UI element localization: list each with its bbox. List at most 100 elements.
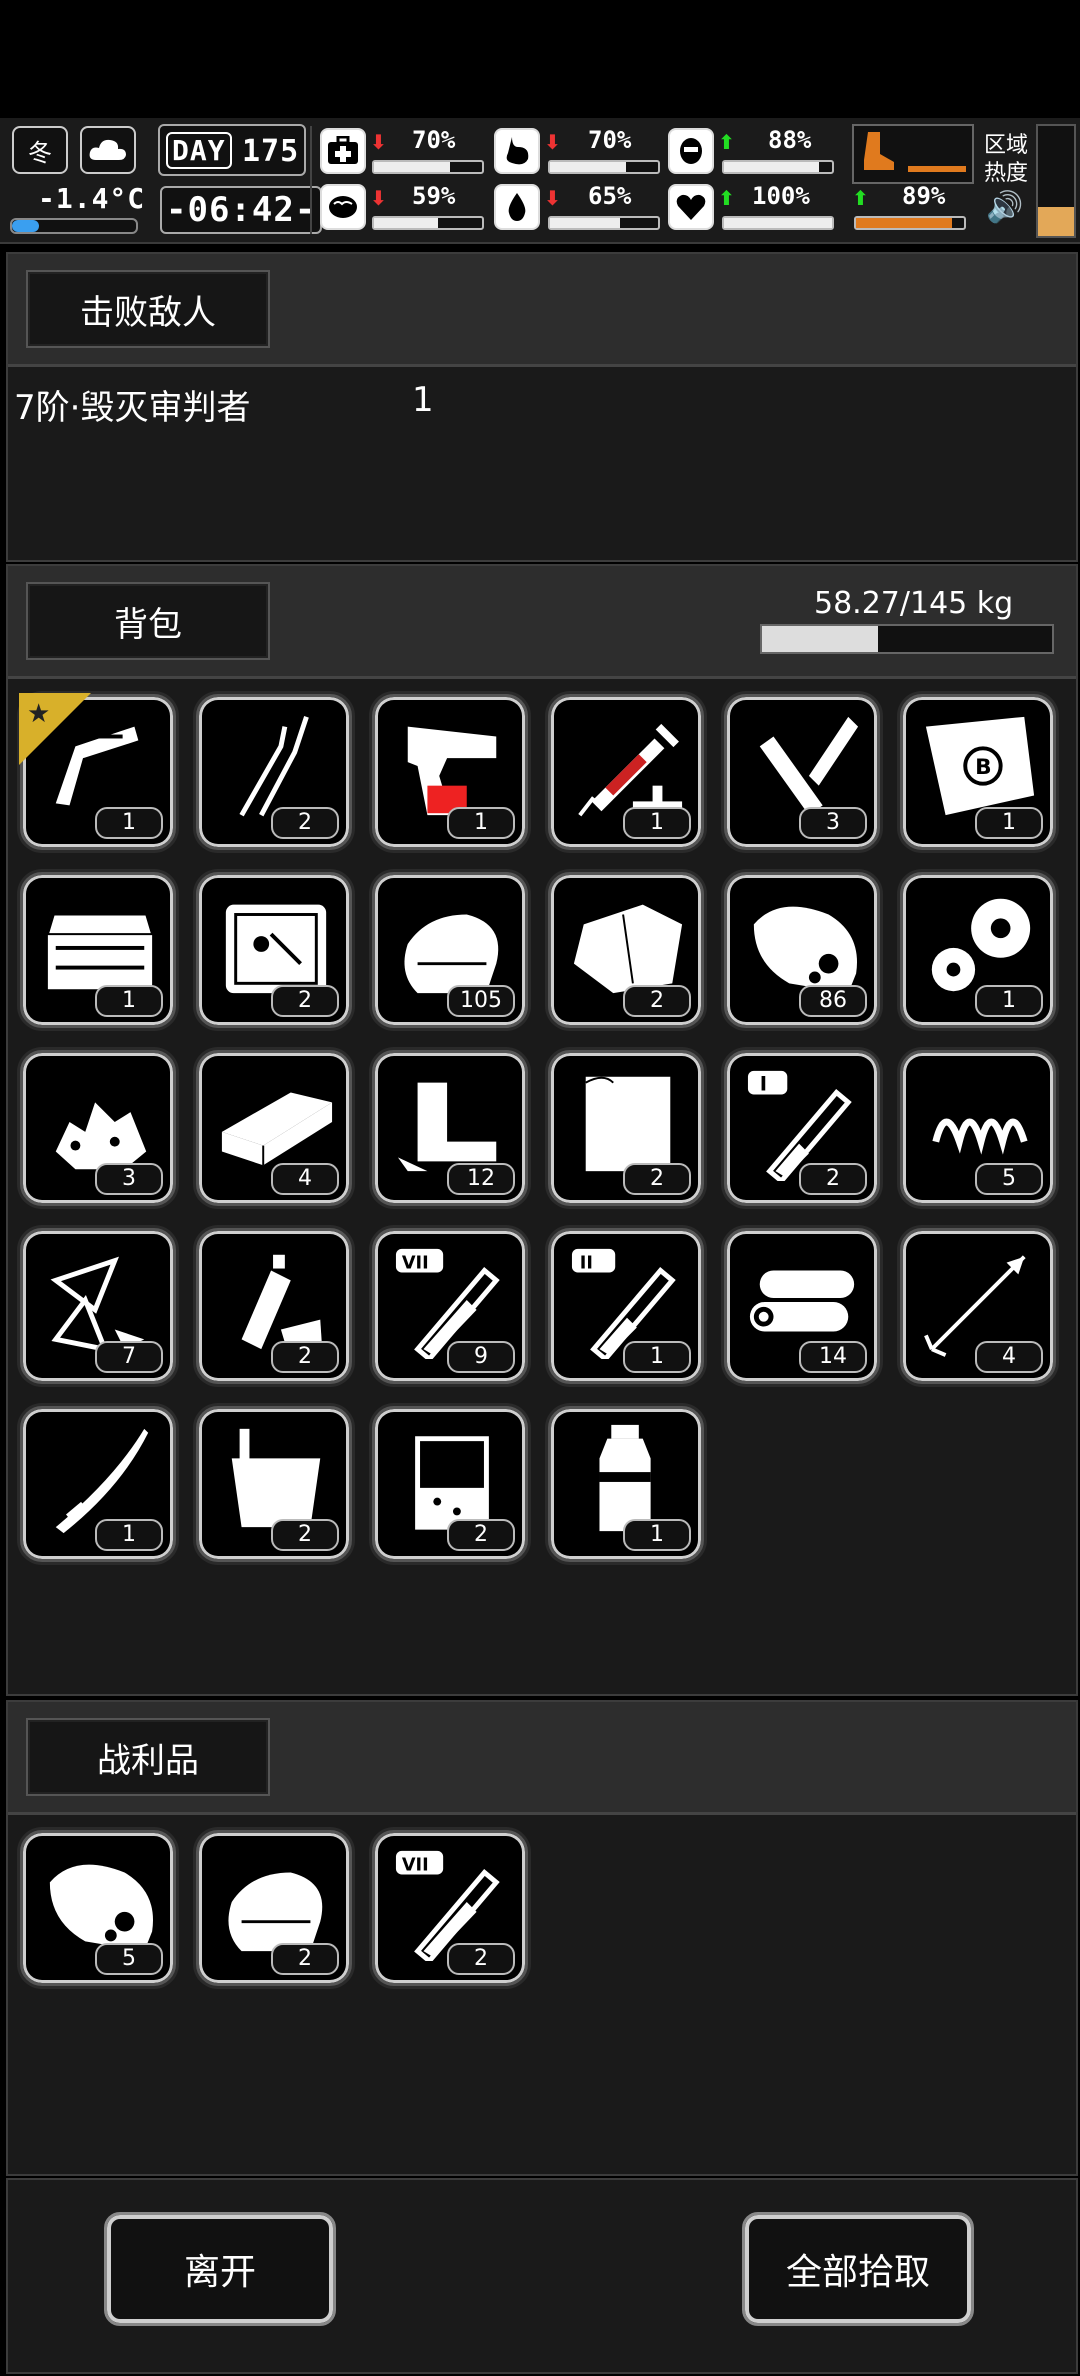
item-count: 3	[799, 807, 867, 839]
cloudy-weather-icon	[80, 126, 136, 174]
leave-button[interactable]: 离开	[104, 2212, 336, 2326]
fatigue-trend-up-icon: ⬆	[718, 130, 735, 154]
item-count: 2	[447, 1519, 515, 1551]
svg-text:VII: VII	[402, 1856, 429, 1876]
backpack-item-slot[interactable]: VII 9	[372, 1228, 528, 1384]
health-value: 70%	[412, 126, 456, 154]
item-count: 2	[799, 1163, 867, 1195]
item-count: 4	[975, 1341, 1043, 1373]
defeated-enemies-tab[interactable]: 击败敌人	[26, 270, 270, 348]
item-count: 1	[95, 985, 163, 1017]
water-drop-icon	[494, 184, 540, 230]
svg-text:II: II	[580, 1254, 593, 1274]
backpack-item-slot[interactable]: 3	[20, 1050, 176, 1206]
status-bar-area	[0, 0, 1080, 118]
item-count: 7	[95, 1341, 163, 1373]
backpack-item-slot[interactable]: 2	[196, 872, 352, 1028]
item-count: 1	[623, 807, 691, 839]
zone-heat-gauge	[1036, 124, 1076, 238]
item-count: 105	[447, 985, 515, 1017]
item-count: 2	[271, 1943, 339, 1975]
item-count: 2	[623, 1163, 691, 1195]
boot-icon	[864, 132, 894, 170]
hunger-trend-down-icon: ⬇	[544, 130, 561, 154]
backpack-item-slot[interactable]: 7	[20, 1228, 176, 1384]
mood-value: 100%	[752, 182, 810, 210]
backpack-item-slot[interactable]: 105	[372, 872, 528, 1028]
item-count: 2	[271, 1519, 339, 1551]
sanity-trend-down-icon: ⬇	[370, 186, 387, 210]
backpack-item-slot[interactable]: 2	[196, 1406, 352, 1562]
temperature-gauge	[10, 218, 138, 234]
item-count: 2	[271, 985, 339, 1017]
item-count: 1	[975, 807, 1043, 839]
backpack-item-slot[interactable]: I2	[724, 1050, 880, 1206]
item-count: 86	[799, 985, 867, 1017]
item-count: 2	[623, 985, 691, 1017]
item-count: 2	[271, 807, 339, 839]
day-box: DAY 175	[158, 124, 306, 176]
fatigue-bar	[722, 160, 834, 174]
thirst-value: 65%	[588, 182, 632, 210]
svg-text:VII: VII	[402, 1254, 429, 1274]
helmet-icon	[668, 128, 714, 174]
item-count: 5	[95, 1943, 163, 1975]
item-count: 1	[447, 807, 515, 839]
hud-divider	[310, 126, 312, 234]
backpack-item-slot[interactable]: 5	[900, 1050, 1056, 1206]
enemy-name: 7阶·毁灭审判者	[14, 388, 251, 428]
backpack-item-slot[interactable]: 3	[724, 694, 880, 850]
backpack-item-slot[interactable]: 1	[548, 1406, 704, 1562]
brain-icon	[320, 184, 366, 230]
backpack-item-slot[interactable]: 12	[372, 1050, 528, 1206]
backpack-item-slot[interactable]: 86	[724, 872, 880, 1028]
backpack-tab[interactable]: 背包	[26, 582, 270, 660]
item-count: 9	[447, 1341, 515, 1373]
health-bar	[372, 160, 484, 174]
item-count: 5	[975, 1163, 1043, 1195]
day-label: DAY	[166, 132, 232, 169]
take-all-button[interactable]: 全部拾取	[742, 2212, 974, 2326]
backpack-item-slot[interactable]: 4	[196, 1050, 352, 1206]
backpack-panel: 背包 58.27/145 kg ★ 1 2 1 1 3 B 1 1 2 105 2 86 1 3 4 12 2 I 2…	[6, 564, 1078, 1696]
stamina-trend-up-icon: ⬆	[852, 186, 869, 210]
backpack-item-slot[interactable]: 2	[548, 872, 704, 1028]
item-count: 2	[271, 1341, 339, 1373]
stamina-bar	[854, 216, 966, 230]
backpack-item-slot[interactable]: 1	[20, 872, 176, 1028]
loot-tab[interactable]: 战利品	[26, 1718, 270, 1796]
loot-header: 战利品	[8, 1702, 1076, 1815]
svg-text:B: B	[975, 755, 991, 780]
backpack-item-slot[interactable]: 2	[372, 1406, 528, 1562]
backpack-item-slot[interactable]: 4	[900, 1228, 1056, 1384]
item-count: 1	[623, 1341, 691, 1373]
backpack-item-slot[interactable]: 2	[196, 694, 352, 850]
backpack-item-slot[interactable]: ★ 1	[19, 693, 176, 850]
backpack-item-slot[interactable]: 1	[900, 872, 1056, 1028]
backpack-item-slot[interactable]: 2	[548, 1050, 704, 1206]
heart-icon	[668, 184, 714, 230]
item-count: 1	[975, 985, 1043, 1017]
backpack-item-slot[interactable]: 2	[196, 1228, 352, 1384]
stomach-icon	[494, 128, 540, 174]
mood-trend-up-icon: ⬆	[718, 186, 735, 210]
hunger-bar	[548, 160, 660, 174]
day-number: 175	[242, 134, 300, 169]
loot-panel: 战利品 5 2 VII 2	[6, 1700, 1078, 2176]
backpack-item-slot[interactable]: II 1	[548, 1228, 704, 1384]
backpack-item-slot[interactable]: 14	[724, 1228, 880, 1384]
loot-item-slot[interactable]: 2	[196, 1830, 352, 1986]
backpack-item-slot[interactable]: 1	[372, 694, 528, 850]
backpack-item-slot[interactable]: 1	[20, 1406, 176, 1562]
season-badge: 冬	[12, 126, 68, 174]
thirst-trend-down-icon: ⬇	[544, 186, 561, 210]
sound-icon[interactable]: 🔊	[986, 190, 1023, 225]
backpack-item-slot[interactable]: B1	[900, 694, 1056, 850]
thirst-bar	[548, 216, 660, 230]
loot-item-slot[interactable]: 5	[20, 1830, 176, 1986]
backpack-item-slot[interactable]: 1	[548, 694, 704, 850]
item-count: 1	[623, 1519, 691, 1551]
loot-item-slot[interactable]: VII 2	[372, 1830, 528, 1986]
action-bar: 离开 全部拾取	[6, 2178, 1078, 2374]
sanity-bar	[372, 216, 484, 230]
